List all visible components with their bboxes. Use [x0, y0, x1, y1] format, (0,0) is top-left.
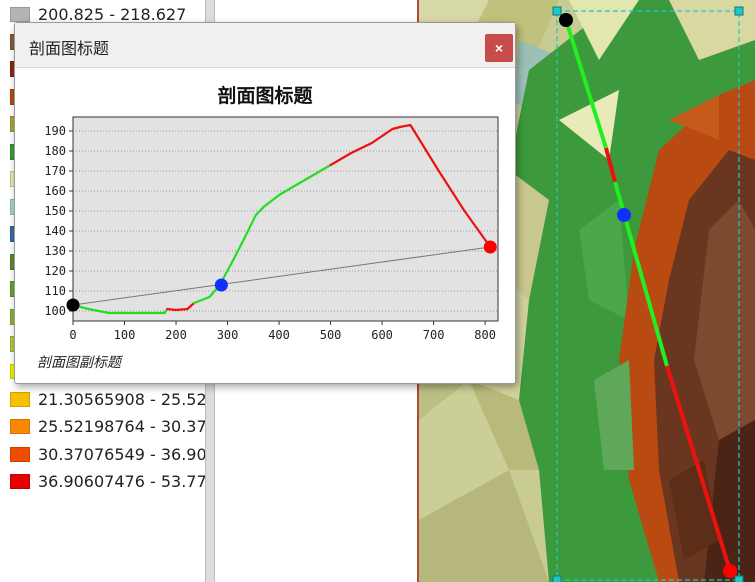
- map-marker-end[interactable]: [723, 564, 737, 578]
- y-tick-label: 190: [44, 124, 66, 138]
- chart-marker: [214, 278, 228, 292]
- profile-chart: 剖面图标题 100 110 120 130 140 150 160 170 180 190 0 100 2…: [15, 69, 515, 383]
- legend-swatch: [10, 446, 30, 462]
- x-tick-label: 400: [268, 328, 290, 342]
- legend-swatch: [10, 474, 30, 489]
- y-tick-label: 150: [44, 204, 66, 218]
- y-tick-label: 180: [44, 144, 66, 158]
- legend-label: 36.90607476 - 53.77: [38, 472, 205, 491]
- legend-label: 25.52198764 - 30.37: [38, 417, 205, 436]
- y-tick-label: 120: [44, 264, 66, 278]
- map-marker-start[interactable]: [559, 13, 573, 27]
- y-tick-label: 110: [44, 284, 66, 298]
- x-tick-label: 600: [371, 328, 393, 342]
- y-tick-label: 170: [44, 164, 66, 178]
- legend-swatch: [10, 419, 30, 434]
- legend-item: 25.52198764 - 30.37: [10, 416, 205, 438]
- selection-handle[interactable]: [552, 6, 562, 16]
- x-tick-label: 700: [423, 328, 445, 342]
- map-marker-mid[interactable]: [617, 208, 631, 222]
- x-tick-label: 200: [165, 328, 187, 342]
- x-tick-label: 0: [69, 328, 76, 342]
- profile-chart-svg: 剖面图标题1001101201301401501601701801900 100 2…: [37, 84, 499, 371]
- x-tick-label: 500: [320, 328, 342, 342]
- legend-item: 30.37076549 - 36.90: [10, 443, 205, 465]
- profile-dialog[interactable]: 剖面图标题 × 剖面图标题 100 110 120 130 140 150 160 170 180…: [14, 22, 516, 384]
- x-axis-label: 剖面图副标题: [37, 355, 124, 371]
- dialog-titlebar[interactable]: 剖面图标题 ×: [15, 23, 515, 68]
- x-tick-label: 100: [114, 328, 136, 342]
- legend-label: 30.37076549 - 36.90: [38, 444, 205, 464]
- dialog-title: 剖面图标题: [29, 39, 110, 58]
- legend-swatch: [10, 6, 30, 22]
- selection-handle[interactable]: [734, 6, 744, 16]
- chart-marker: [483, 240, 497, 254]
- y-tick-label: 130: [44, 244, 66, 258]
- chart-marker: [66, 298, 80, 312]
- legend-item: 21.30565908 - 25.52: [10, 388, 205, 410]
- selection-handle[interactable]: [552, 575, 562, 582]
- y-tick-label: 100: [44, 304, 66, 318]
- legend-label: 200.825 - 218.627: [38, 4, 187, 24]
- selection-handle[interactable]: [734, 575, 744, 582]
- legend-item: 36.90607476 - 53.77: [10, 471, 205, 493]
- close-button[interactable]: ×: [485, 34, 513, 62]
- x-tick-label: 300: [217, 328, 239, 342]
- legend-swatch: [10, 391, 30, 407]
- legend-label: 21.30565908 - 25.52: [38, 389, 205, 409]
- x-tick-label: 800: [474, 328, 496, 342]
- y-tick-label: 140: [44, 224, 66, 238]
- chart-title: 剖面图标题: [217, 84, 312, 107]
- plot-area: [72, 116, 499, 322]
- y-tick-label: 160: [44, 184, 66, 198]
